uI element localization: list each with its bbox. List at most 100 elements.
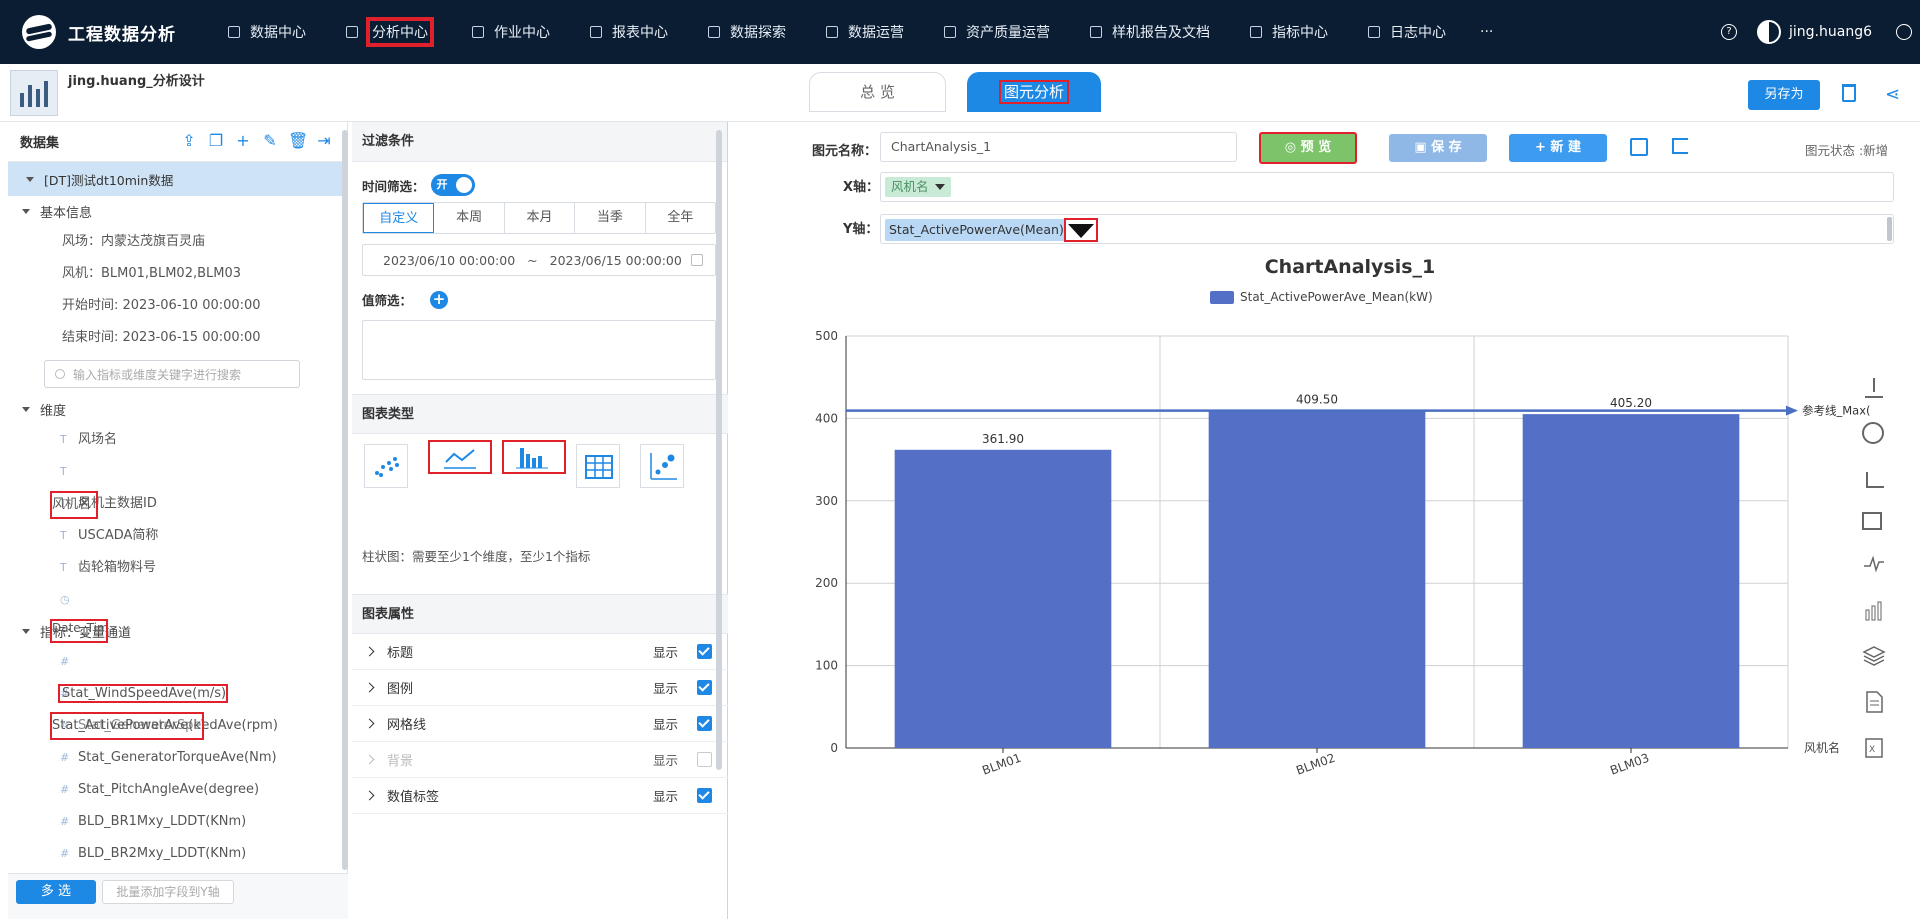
chart-name-input[interactable]: ChartAnalysis_1 [880, 132, 1237, 162]
show-checkbox[interactable] [697, 716, 712, 731]
nav-item-5[interactable]: 数据运营 [826, 0, 904, 64]
dimension-item[interactable]: T 风场名 [8, 424, 347, 456]
app-logo[interactable]: 工程数据分析 [22, 15, 192, 49]
scatter-chart-icon[interactable] [364, 444, 408, 488]
basic-info-row: 开始时间: 2023-06-10 00:00:00 [62, 298, 261, 313]
show-checkbox[interactable] [697, 752, 712, 767]
crop-icon[interactable] [1862, 466, 1886, 490]
nav-item-0[interactable]: 数据中心 [228, 0, 306, 64]
exit-icon[interactable] [1672, 138, 1688, 154]
refresh-icon[interactable] [1862, 422, 1884, 444]
metric-item[interactable]: #Stat_WindSpeedAve(m/s) [8, 678, 347, 710]
nav-item-1[interactable]: 分析中心 [346, 0, 434, 64]
nav-item-2[interactable]: 作业中心 [472, 0, 550, 64]
help-icon[interactable]: ? [1721, 24, 1738, 40]
period-tab-0[interactable]: 自定义 [363, 203, 435, 233]
line-chart-icon[interactable] [428, 440, 492, 474]
new-button[interactable]: + 新 建 [1509, 134, 1607, 162]
multi-select-button[interactable]: 多 选 [16, 880, 96, 904]
period-tabs: 自定义 本周 本月 当季 全年 [362, 202, 716, 234]
dragged-field-date-time[interactable]: Date_Time [50, 619, 108, 643]
chart-prop-row[interactable]: 数值标签 显示 [352, 778, 728, 814]
dataset-scrollbar[interactable] [342, 130, 348, 870]
save-button[interactable]: ▣ 保 存 [1389, 134, 1487, 162]
show-checkbox[interactable] [697, 680, 712, 695]
time-filter-toggle[interactable]: 开 [430, 174, 475, 196]
period-tab-2[interactable]: 本月 [505, 203, 576, 233]
share-icon[interactable]: ⋖ [1885, 84, 1900, 105]
dataset-item[interactable]: [DT]测试dt10min数据 [8, 162, 347, 196]
chart-prop-row[interactable]: 背景 显示 [352, 742, 728, 778]
chart-prop-label: 图例 [387, 682, 414, 697]
save-as-button[interactable]: 另存为 [1748, 80, 1820, 110]
config-scrollbar[interactable] [716, 130, 722, 770]
trash-icon[interactable]: 🗑 [288, 132, 308, 150]
x-axis-field-pill[interactable]: 风机名 [885, 177, 951, 197]
value-filter-box[interactable] [362, 320, 716, 380]
x-axis-dropzone[interactable]: 风机名 [880, 172, 1894, 202]
nav-item-8[interactable]: 指标中心 [1250, 0, 1328, 64]
y-axis-dropzone[interactable]: Stat_ActivePowerAve(Mean) [880, 214, 1894, 244]
chart-prop-row[interactable]: 网格线 显示 [352, 706, 728, 742]
metric-item[interactable]: # Stat_GeneratorTorqueAve(Nm) [8, 742, 347, 774]
y-aggregate-dropdown[interactable] [1064, 218, 1098, 242]
dragged-field-active-power[interactable]: Stat_ActivePowerAve(kW) [50, 712, 204, 740]
chart-legend[interactable]: Stat_ActivePowerAve_Mean(kW) [1210, 290, 1433, 304]
dimension-item[interactable]: T [8, 456, 347, 488]
chart-prop-row[interactable]: 图例 显示 [352, 670, 728, 706]
field-search-input[interactable]: 输入指标或维度关键字进行搜索 [44, 360, 300, 388]
period-tab-1[interactable]: 本周 [434, 203, 505, 233]
delete-icon[interactable] [1842, 84, 1856, 102]
stack-icon[interactable] [1862, 644, 1886, 668]
batch-add-y-button[interactable]: 批量添加字段到Y轴 [102, 880, 234, 904]
bar-chart-icon[interactable] [502, 440, 566, 474]
nav-item-3[interactable]: 报表中心 [590, 0, 668, 64]
tab-chart-analysis[interactable]: 图元分析 [967, 72, 1101, 112]
nav-item-9[interactable]: 日志中心 [1368, 0, 1446, 64]
line-switch-icon[interactable] [1862, 552, 1886, 576]
dimension-item[interactable]: T USCADA简称 [8, 520, 347, 552]
add-icon[interactable]: + [234, 132, 252, 150]
dimension-item[interactable]: ◷ [8, 584, 347, 616]
chart-prop-row[interactable]: 标题 显示 [352, 634, 728, 670]
date-range-picker[interactable]: 2023/06/10 00:00:00 ~ 2023/06/15 00:00:0… [362, 244, 716, 276]
preview-button[interactable]: ◎ 预 览 [1259, 132, 1357, 164]
copy-icon[interactable]: ❐ [207, 132, 225, 150]
clear-icon[interactable] [1630, 138, 1648, 156]
dimension-section[interactable]: 维度 [8, 394, 347, 424]
metric-item[interactable]: # BLD_BR2Mxy_LDDT(KNm) [8, 838, 347, 870]
basic-info-section[interactable]: 基本信息 [8, 196, 347, 226]
metric-item[interactable]: # [8, 646, 347, 678]
upload-icon[interactable]: ⇪ [180, 132, 198, 150]
chevron-down-icon [22, 628, 30, 634]
show-checkbox[interactable] [697, 644, 712, 659]
nav-item-7[interactable]: 样机报告及文档 [1090, 0, 1210, 64]
excel-export-icon[interactable]: X [1862, 736, 1886, 760]
metric-item[interactable]: # BLD_BR1Mxy_LDDT(KNm) [8, 806, 347, 838]
bar-switch-icon[interactable] [1862, 598, 1886, 622]
data-view-icon[interactable] [1862, 690, 1886, 714]
y-field-scrollbar[interactable] [1887, 217, 1892, 241]
metric-item[interactable]: # Stat_PitchAngleAve(degree) [8, 774, 347, 806]
nav-item-4[interactable]: 数据探索 [708, 0, 786, 64]
avatar[interactable] [1757, 20, 1782, 44]
period-tab-4[interactable]: 全年 [646, 203, 715, 233]
nav-item-6[interactable]: 资产质量运营 [944, 0, 1050, 64]
table-chart-icon[interactable] [576, 444, 620, 488]
bubble-chart-icon[interactable] [640, 444, 684, 488]
dimension-item[interactable]: T 齿轮箱物料号 [8, 552, 347, 584]
download-icon[interactable] [1862, 376, 1886, 400]
dragged-field-turbine-name[interactable]: 风机名 [50, 491, 98, 519]
nav-more-button[interactable]: ··· [1480, 24, 1493, 40]
tab-overview[interactable]: 总 览 [809, 72, 946, 112]
user-name[interactable]: jing.huang6 [1789, 24, 1872, 40]
restore-icon[interactable] [1862, 512, 1882, 530]
metric-section[interactable]: 指标：变量通道 Date_Time [8, 616, 347, 646]
y-axis-field-pill[interactable]: Stat_ActivePowerAve(Mean) [885, 219, 1068, 241]
show-checkbox[interactable] [697, 788, 712, 803]
edit-icon[interactable]: ✎ [261, 132, 279, 150]
add-value-filter-icon[interactable]: + [430, 290, 449, 309]
language-icon[interactable] [1896, 24, 1912, 40]
export-icon[interactable]: ⇥ [315, 132, 333, 150]
period-tab-3[interactable]: 当季 [575, 203, 646, 233]
